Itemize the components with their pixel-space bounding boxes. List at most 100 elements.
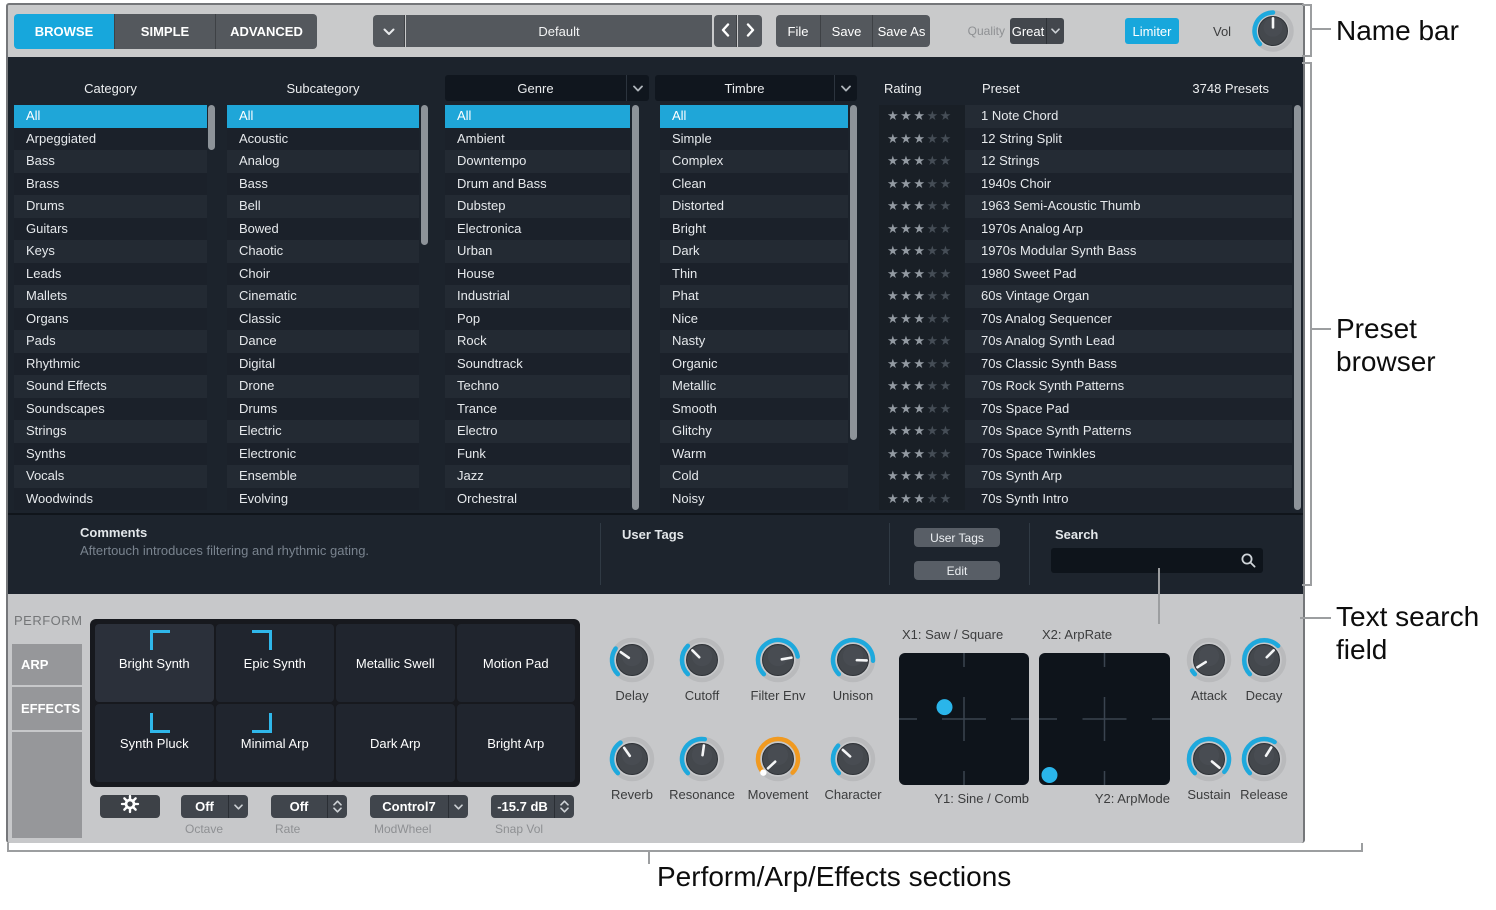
knob-decay[interactable] [1238,634,1290,686]
settings-button[interactable] [100,794,160,818]
list-item-downtempo[interactable]: Downtempo [445,150,630,173]
rating-stars[interactable]: ★★★★★ [879,217,965,240]
quality-dropdown[interactable]: Great [1010,18,1064,44]
rating-stars[interactable]: ★★★★★ [879,127,965,150]
file-button[interactable]: File [776,15,821,47]
list-item-jazz[interactable]: Jazz [445,465,630,488]
preset-item-1940s-choir[interactable]: 1940s Choir [965,172,1292,195]
preset-item-60s-vintage-organ[interactable]: 60s Vintage Organ [965,285,1292,308]
list-item-electro[interactable]: Electro [445,420,630,443]
list-item-sound-effects[interactable]: Sound Effects [14,375,207,398]
rating-stars[interactable]: ★★★★★ [879,420,965,443]
list-item-drums[interactable]: Drums [227,397,419,420]
scrollbar-thumb[interactable] [421,105,428,245]
list-item-brass[interactable]: Brass [14,172,207,195]
list-item-phat[interactable]: Phat [660,285,848,308]
snapshot-pad-dark-arp[interactable]: Dark Arp [336,704,455,782]
list-item-choir[interactable]: Choir [227,262,419,285]
xy-pad-2[interactable] [1039,653,1170,785]
scrollbar-thumb[interactable] [632,105,639,510]
list-item-techno[interactable]: Techno [445,375,630,398]
stepper-icons[interactable] [327,795,347,818]
list-item-orchestral[interactable]: Orchestral [445,487,630,510]
list-item-organic[interactable]: Organic [660,352,848,375]
preset-menu-button[interactable] [373,15,405,47]
rating-stars[interactable]: ★★★★★ [879,330,965,353]
limiter-button[interactable]: Limiter [1125,18,1179,44]
rating-stars[interactable]: ★★★★★ [879,195,965,218]
preset-item-70s-space-twinkles[interactable]: 70s Space Twinkles [965,442,1292,465]
list-item-rock[interactable]: Rock [445,330,630,353]
scrollbar-thumb[interactable] [850,105,857,440]
tab-advanced[interactable]: ADVANCED [216,14,317,49]
list-item-all[interactable]: All [14,105,207,128]
list-item-digital[interactable]: Digital [227,352,419,375]
timbre-dropdown[interactable]: Timbre [655,75,857,101]
chevron-down-icon[interactable] [448,795,468,818]
rating-stars[interactable]: ★★★★★ [879,285,965,308]
knob-character[interactable] [827,733,879,785]
prev-preset-button[interactable] [714,15,737,47]
snapshot-pad-epic-synth[interactable]: Epic Synth [215,624,334,702]
list-item-drums[interactable]: Drums [14,195,207,218]
knob-cutoff[interactable] [676,634,728,686]
user-tags-button[interactable]: User Tags [914,528,1000,547]
list-item-bowed[interactable]: Bowed [227,217,419,240]
xy-pad-1[interactable] [899,653,1029,785]
list-item-soundscapes[interactable]: Soundscapes [14,397,207,420]
rating-stars[interactable]: ★★★★★ [879,487,965,510]
list-item-funk[interactable]: Funk [445,442,630,465]
preset-item-1963-semi-acoustic-thumb[interactable]: 1963 Semi-Acoustic Thumb [965,195,1292,218]
preset-item-70s-synth-intro[interactable]: 70s Synth Intro [965,487,1292,510]
list-item-woodwinds[interactable]: Woodwinds [14,487,207,510]
list-item-evolving[interactable]: Evolving [227,487,419,510]
list-item-pads[interactable]: Pads [14,330,207,353]
preset-name-field[interactable]: Default [406,15,712,47]
list-item-mallets[interactable]: Mallets [14,285,207,308]
list-item-electronica[interactable]: Electronica [445,217,630,240]
list-item-bright[interactable]: Bright [660,217,848,240]
pad-selection-frame[interactable] [150,630,170,650]
list-item-thin[interactable]: Thin [660,262,848,285]
knob-movement[interactable] [752,733,804,785]
knob-attack[interactable] [1183,634,1235,686]
preset-item-70s-analog-sequencer[interactable]: 70s Analog Sequencer [965,307,1292,330]
list-item-dark[interactable]: Dark [660,240,848,263]
save-button[interactable]: Save [821,15,873,47]
list-item-synths[interactable]: Synths [14,442,207,465]
list-item-dance[interactable]: Dance [227,330,419,353]
snapshot-pad-bright-arp[interactable]: Bright Arp [456,704,575,782]
rating-stars[interactable]: ★★★★★ [879,172,965,195]
list-item-vocals[interactable]: Vocals [14,465,207,488]
pad-selection-frame[interactable] [150,713,170,733]
rating-stars[interactable]: ★★★★★ [879,105,965,128]
list-item-all[interactable]: All [445,105,630,128]
preset-item-12-strings[interactable]: 12 Strings [965,150,1292,173]
list-item-trance[interactable]: Trance [445,397,630,420]
snapshot-pad-motion-pad[interactable]: Motion Pad [456,624,575,702]
rate-control[interactable]: Off [271,795,347,818]
preset-item-70s-analog-synth-lead[interactable]: 70s Analog Synth Lead [965,330,1292,353]
rating-stars[interactable]: ★★★★★ [879,150,965,173]
list-item-all[interactable]: All [660,105,848,128]
preset-item-70s-space-pad[interactable]: 70s Space Pad [965,397,1292,420]
list-item-rhythmic[interactable]: Rhythmic [14,352,207,375]
search-input[interactable] [1051,548,1263,573]
search-icon[interactable] [1240,552,1257,569]
list-item-chaotic[interactable]: Chaotic [227,240,419,263]
tab-arp[interactable]: ARP [12,644,82,685]
preset-item-1970s-modular-synth-bass[interactable]: 1970s Modular Synth Bass [965,240,1292,263]
list-item-organs[interactable]: Organs [14,307,207,330]
preset-item-70s-space-synth-patterns[interactable]: 70s Space Synth Patterns [965,420,1292,443]
list-item-guitars[interactable]: Guitars [14,217,207,240]
list-item-arpeggiated[interactable]: Arpeggiated [14,127,207,150]
knob-sustain[interactable] [1183,733,1235,785]
list-item-leads[interactable]: Leads [14,262,207,285]
rating-stars[interactable]: ★★★★★ [879,375,965,398]
list-item-bell[interactable]: Bell [227,195,419,218]
list-item-warm[interactable]: Warm [660,442,848,465]
knob-filter-env[interactable] [752,634,804,686]
list-item-dubstep[interactable]: Dubstep [445,195,630,218]
preset-item-70s-synth-arp[interactable]: 70s Synth Arp [965,465,1292,488]
scrollbar-thumb[interactable] [1294,105,1301,510]
